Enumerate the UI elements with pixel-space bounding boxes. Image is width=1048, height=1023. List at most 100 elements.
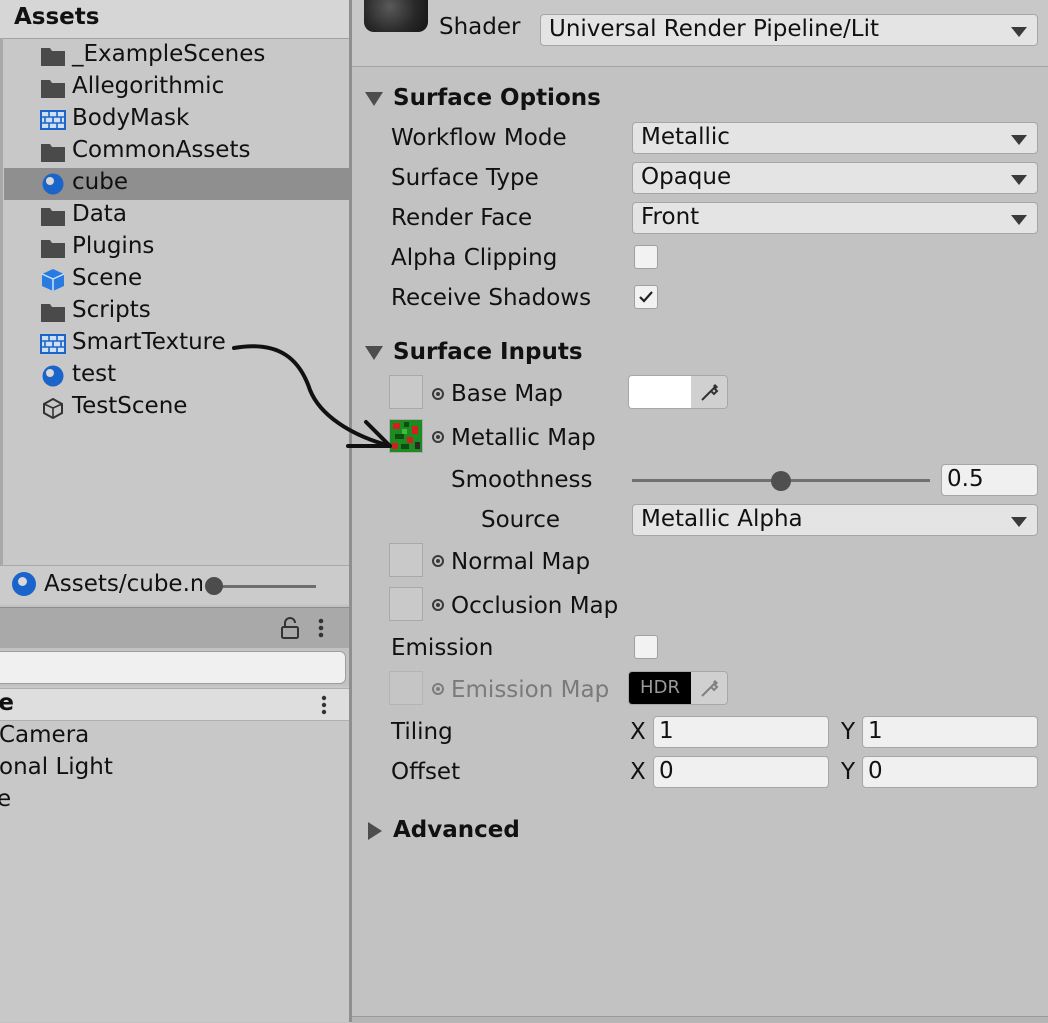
tiling-label: Tiling [391,719,453,745]
surface-type-label: Surface Type [391,165,539,191]
asset-path-bar: Assets/cube.mat [0,565,349,604]
eyedropper-icon[interactable] [699,381,721,403]
folder-icon [41,80,65,98]
folder-icon [41,304,65,322]
tiling-x-axis-label: X [630,719,646,745]
asset-label: CommonAssets [72,137,251,163]
alpha-clipping-label: Alpha Clipping [391,245,558,271]
emission-label: Emission [391,635,494,661]
color-swatch [629,376,691,408]
render-face-value: Front [641,204,700,230]
asset-label: Allegorithmic [72,73,225,99]
asset-label: test [72,361,117,387]
icon-size-slider-thumb[interactable] [205,577,223,595]
render-face-dropdown[interactable]: Front [632,202,1038,234]
source-label: Source [481,507,560,533]
icon-size-slider-track[interactable] [214,585,316,588]
smoothness-label: Smoothness [451,467,593,493]
asset-label: BodyMask [72,105,190,131]
asset-label: TestScene [72,393,188,419]
offset-label: Offset [391,759,461,785]
material-preview-thumbnail [364,0,428,32]
asset-label: Data [72,201,127,227]
asset-item-commonassets[interactable]: CommonAssets [4,136,349,168]
asset-label: cube [72,169,128,195]
eyedropper-icon [701,679,719,697]
hierarchy-item-camera[interactable]: Camera [0,722,89,748]
asset-item-bodymask[interactable]: BodyMask [4,104,349,136]
occlusion-map-label: Occlusion Map [451,593,619,619]
texture-icon [40,334,66,354]
occlusion-map-texture-slot[interactable] [389,587,423,621]
normal-map-label: Normal Map [451,549,591,575]
base-map-color-field[interactable] [628,375,728,409]
source-dropdown[interactable]: Metallic Alpha [632,504,1038,536]
emission-color-field: HDR [628,671,728,705]
tiling-y-field[interactable]: 1 [862,716,1038,748]
surface-options-header[interactable]: Surface Options [393,85,601,111]
material-icon [42,173,64,195]
surface-type-dropdown[interactable]: Opaque [632,162,1038,194]
folder-icon [41,144,65,162]
offset-y-value: 0 [868,758,883,784]
asset-item-scene[interactable]: Scene [4,264,349,296]
receive-shadows-checkbox[interactable] [634,285,658,309]
folder-icon [41,208,65,226]
foldout-open-icon[interactable] [365,92,383,106]
emission-map-texture-slot [389,671,423,705]
foldout-closed-icon[interactable] [368,822,382,840]
tiling-y-value: 1 [868,718,883,744]
offset-x-field[interactable]: 0 [653,756,829,788]
hierarchy-item-object[interactable]: e [0,786,11,812]
hierarchy-scene-row[interactable]: ne [0,688,349,721]
shader-dropdown[interactable]: Universal Render Pipeline/Lit [540,14,1038,46]
workflow-mode-value: Metallic [641,124,730,150]
shader-label: Shader [439,14,521,40]
workflow-mode-label: Workflow Mode [391,125,567,151]
asset-item-exampleScenes[interactable]: _ExampleScenes [4,40,349,72]
chevron-down-icon [1011,27,1027,37]
asset-label: Scripts [72,297,151,323]
asset-label: _ExampleScenes [72,41,266,67]
hierarchy-item-light[interactable]: onal Light [0,754,113,780]
tree-edge-divider [0,38,3,568]
chevron-down-icon [1011,517,1027,527]
asset-item-scripts[interactable]: Scripts [4,296,349,328]
scene-name: ne [0,690,14,716]
smoothness-value-field[interactable]: 0.5 [941,464,1038,496]
offset-x-axis-label: X [630,759,646,785]
alpha-clipping-checkbox[interactable] [634,245,658,269]
asset-path: Assets/cube.mat [44,571,202,597]
hierarchy-search-input[interactable] [0,651,346,684]
smoothness-slider-thumb[interactable] [771,471,791,491]
smoothness-value: 0.5 [947,466,984,492]
lock-icon[interactable] [280,616,300,640]
offset-x-value: 0 [659,758,674,784]
advanced-header[interactable]: Advanced [393,817,520,843]
tiling-x-field[interactable]: 1 [653,716,829,748]
assets-header: Assets [0,0,349,39]
normal-map-texture-slot[interactable] [389,543,423,577]
asset-item-data[interactable]: Data [4,200,349,232]
kebab-menu-icon[interactable] [318,693,330,717]
object-picker-icon[interactable] [432,599,444,611]
chevron-down-icon [1011,135,1027,145]
hierarchy-tab-bar [0,607,349,648]
material-icon [12,572,36,596]
asset-item-cube[interactable]: cube [4,168,349,200]
emission-checkbox[interactable] [634,635,658,659]
asset-item-plugins[interactable]: Plugins [4,232,349,264]
surface-type-value: Opaque [641,164,732,190]
workflow-mode-dropdown[interactable]: Metallic [632,122,1038,154]
base-map-label: Base Map [451,381,563,407]
asset-label: Scene [72,265,143,291]
kebab-menu-icon[interactable] [314,616,328,640]
asset-label: Plugins [72,233,155,259]
source-value: Metallic Alpha [641,506,803,532]
tiling-y-axis-label: Y [841,719,856,745]
unity-scene-icon [43,397,63,419]
tiling-x-value: 1 [659,718,674,744]
asset-item-allegorithmic[interactable]: Allegorithmic [4,72,349,104]
object-picker-icon[interactable] [432,555,444,567]
offset-y-field[interactable]: 0 [862,756,1038,788]
